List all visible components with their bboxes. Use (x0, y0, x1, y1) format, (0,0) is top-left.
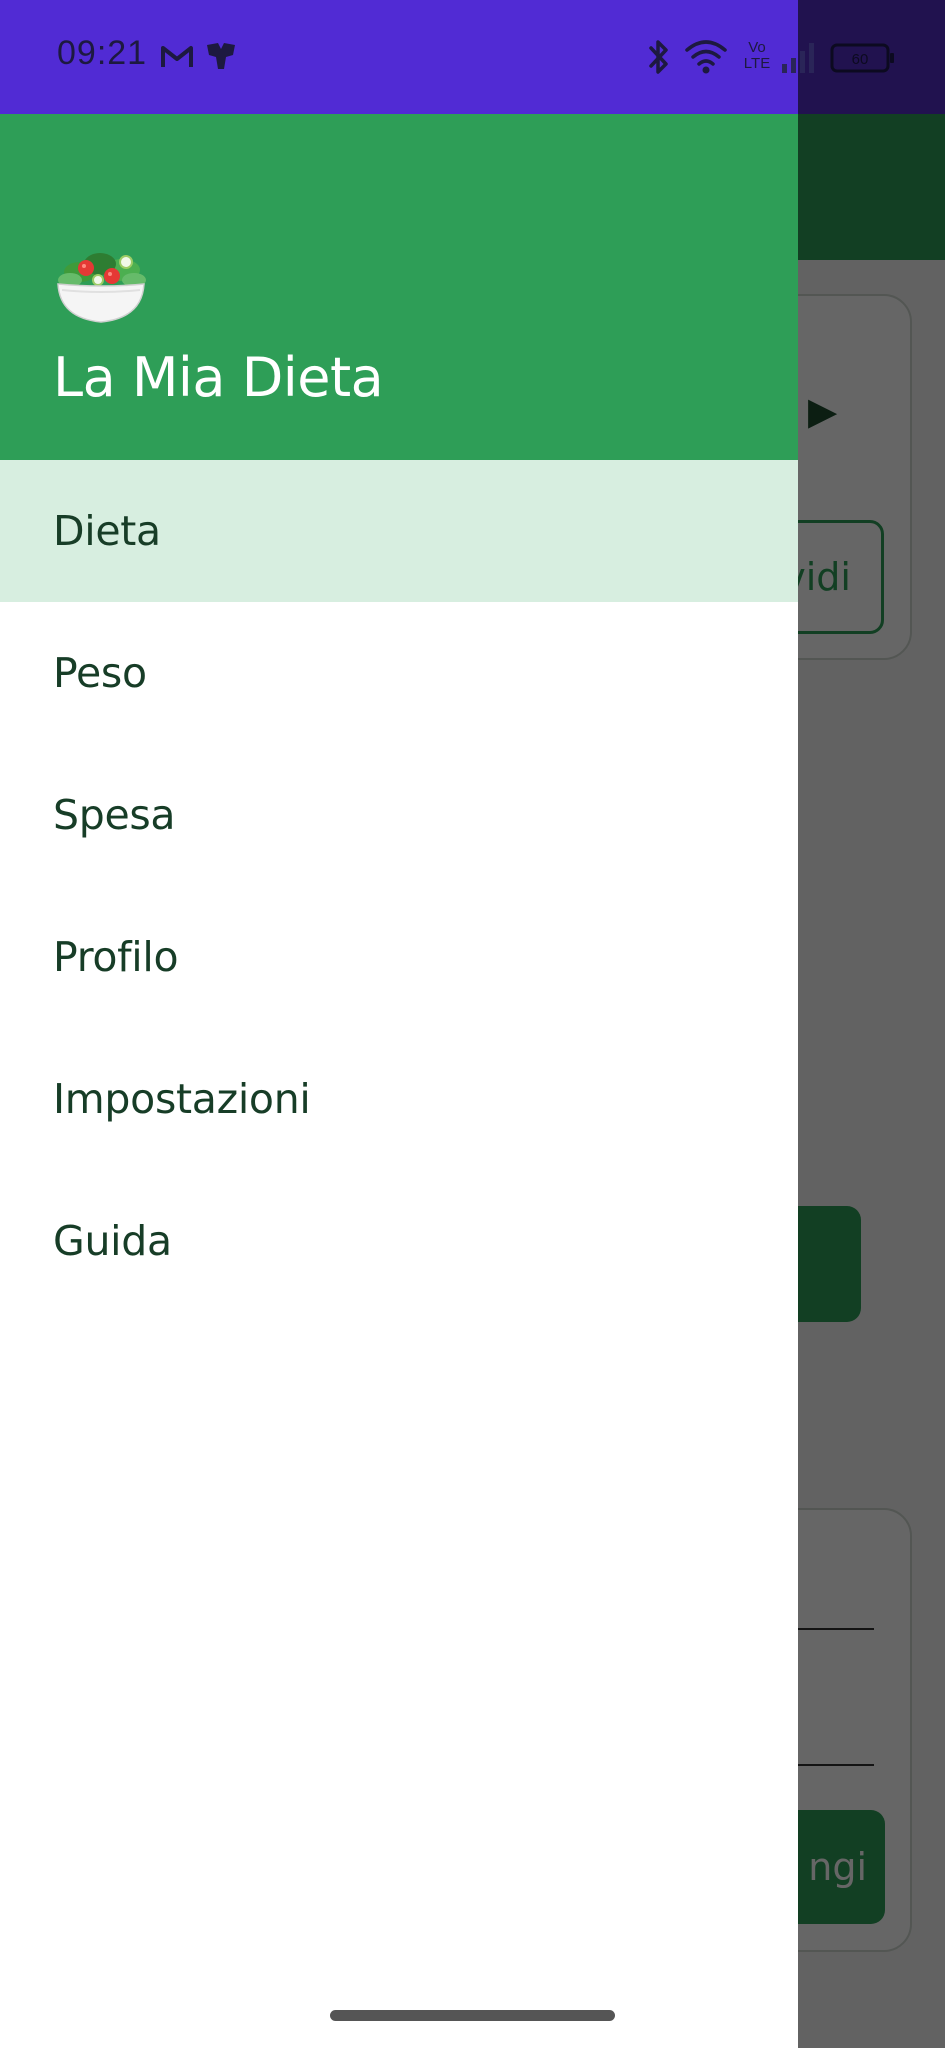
drawer-item-peso[interactable]: Peso (0, 602, 798, 744)
volte-label-bottom: LTE (743, 55, 771, 72)
drawer-item-label: Impostazioni (53, 1075, 311, 1123)
volte-icon: Vo LTE (738, 40, 776, 72)
drawer-item-guida[interactable]: Guida (0, 1170, 798, 1312)
drawer-item-dieta[interactable]: Dieta (0, 460, 798, 602)
status-time: 09:21 (57, 34, 148, 72)
battery-icon: 60 (830, 43, 894, 73)
drawer-item-label: Dieta (53, 507, 161, 555)
gmail-icon (161, 46, 193, 67)
signal-icon (782, 43, 814, 73)
app-notification-icon (207, 43, 235, 69)
volte-label-top: Vo (748, 39, 766, 56)
drawer-item-impostazioni[interactable]: Impostazioni (0, 1028, 798, 1170)
screen: ▶ vidi ngi (0, 0, 945, 2048)
drawer-item-spesa[interactable]: Spesa (0, 744, 798, 886)
app-title: La Mia Dieta (53, 346, 384, 409)
drawer-item-label: Peso (53, 649, 147, 697)
drawer-item-label: Guida (53, 1217, 172, 1265)
home-indicator[interactable] (330, 2010, 615, 2021)
navigation-drawer: La Mia Dieta Dieta Peso Spesa Profilo Im… (0, 0, 798, 2048)
bluetooth-icon (649, 40, 668, 74)
drawer-header: La Mia Dieta (0, 114, 798, 460)
drawer-menu: Dieta Peso Spesa Profilo Impostazioni Gu… (0, 460, 798, 1312)
drawer-item-label: Profilo (53, 933, 179, 981)
drawer-item-profilo[interactable]: Profilo (0, 886, 798, 1028)
salad-bowl-icon (57, 253, 146, 323)
drawer-item-label: Spesa (53, 791, 176, 839)
status-bar: 09:21 Vo LTE 60 (0, 0, 945, 114)
wifi-icon (685, 40, 727, 74)
battery-level: 60 (852, 51, 869, 68)
